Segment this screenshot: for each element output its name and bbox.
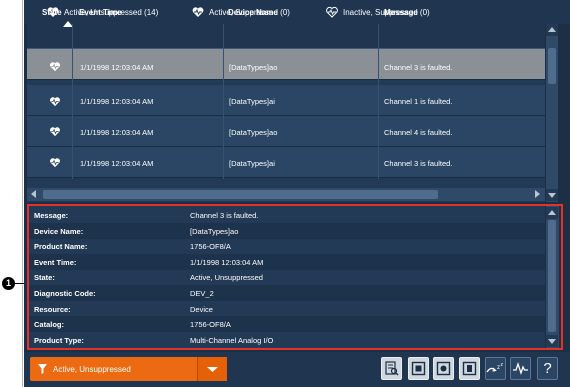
column-divider[interactable] xyxy=(223,24,224,179)
arrow-right-icon[interactable] xyxy=(535,190,540,198)
chevron-down-icon xyxy=(207,367,218,372)
reset-button[interactable] xyxy=(459,357,480,380)
help-button[interactable]: ? xyxy=(537,357,558,380)
scroll-thumb[interactable] xyxy=(548,48,556,84)
cell-device-name: [DataTypes]ai xyxy=(229,97,275,106)
column-header-device-name[interactable]: Device Name xyxy=(228,8,278,17)
callout-highlight-frame xyxy=(27,204,563,350)
shelve-button[interactable]: z z xyxy=(485,357,506,380)
filter-dropdown-label: Active, Unsuppressed xyxy=(53,364,131,374)
column-divider[interactable] xyxy=(72,24,73,179)
trend-button[interactable] xyxy=(510,357,531,380)
help-icon: ? xyxy=(543,360,552,377)
heart-outline-icon xyxy=(326,6,338,18)
scroll-down-button[interactable] xyxy=(546,189,558,201)
scroll-thumb[interactable] xyxy=(43,190,438,199)
table-header xyxy=(27,24,545,49)
column-header-state[interactable]: State xyxy=(42,8,62,17)
acknowledge-all-button[interactable] xyxy=(433,357,454,380)
cell-event-time: 1/1/1998 12:03:04 AM xyxy=(80,97,154,106)
column-divider[interactable] xyxy=(378,24,379,179)
heart-active-icon xyxy=(50,127,60,137)
table-horizontal-scrollbar[interactable] xyxy=(27,188,545,201)
cell-event-time: 1/1/1998 12:03:04 AM xyxy=(80,159,154,168)
cell-message: Channel 4 is faulted. xyxy=(384,128,453,137)
sleep-icon: z z xyxy=(486,362,504,373)
cell-event-time: 1/1/1998 12:03:04 AM xyxy=(80,63,154,72)
left-margin-rule xyxy=(22,0,23,387)
column-header-message[interactable]: Message xyxy=(384,8,418,17)
cell-message: Channel 1 is faulted. xyxy=(384,97,453,106)
cell-event-time: 1/1/1998 12:03:04 AM xyxy=(80,128,154,137)
acknowledge-icon xyxy=(411,361,426,376)
cell-message: Channel 3 is faulted. xyxy=(384,159,453,168)
sleep-glyph: z xyxy=(501,362,504,368)
filter-funnel-icon xyxy=(38,364,47,374)
cell-device-name: [DataTypes]ai xyxy=(229,159,275,168)
heart-active-icon xyxy=(50,97,60,107)
arrow-down-icon xyxy=(548,193,556,198)
heart-active-icon xyxy=(50,62,60,72)
cell-device-name: [DataTypes]ao xyxy=(229,128,278,137)
table-vertical-scrollbar[interactable] xyxy=(546,24,558,202)
scroll-up-button[interactable] xyxy=(546,24,558,36)
arrow-up-icon xyxy=(548,27,556,32)
arrow-left-icon[interactable] xyxy=(31,190,36,198)
cell-device-name: [DataTypes]ao xyxy=(229,63,278,72)
acknowledge-all-icon xyxy=(436,361,451,376)
dropdown-toggle[interactable] xyxy=(197,357,227,381)
heart-active-icon xyxy=(192,7,204,17)
details-icon xyxy=(385,361,399,376)
details-button[interactable] xyxy=(381,357,402,380)
reset-icon xyxy=(462,361,477,376)
acknowledge-button[interactable] xyxy=(408,357,429,380)
heart-active-icon xyxy=(50,158,60,168)
column-header-event-time[interactable]: Event Time xyxy=(79,8,122,17)
trend-icon xyxy=(513,361,528,376)
cell-message: Channel 3 is faulted. xyxy=(384,63,453,72)
